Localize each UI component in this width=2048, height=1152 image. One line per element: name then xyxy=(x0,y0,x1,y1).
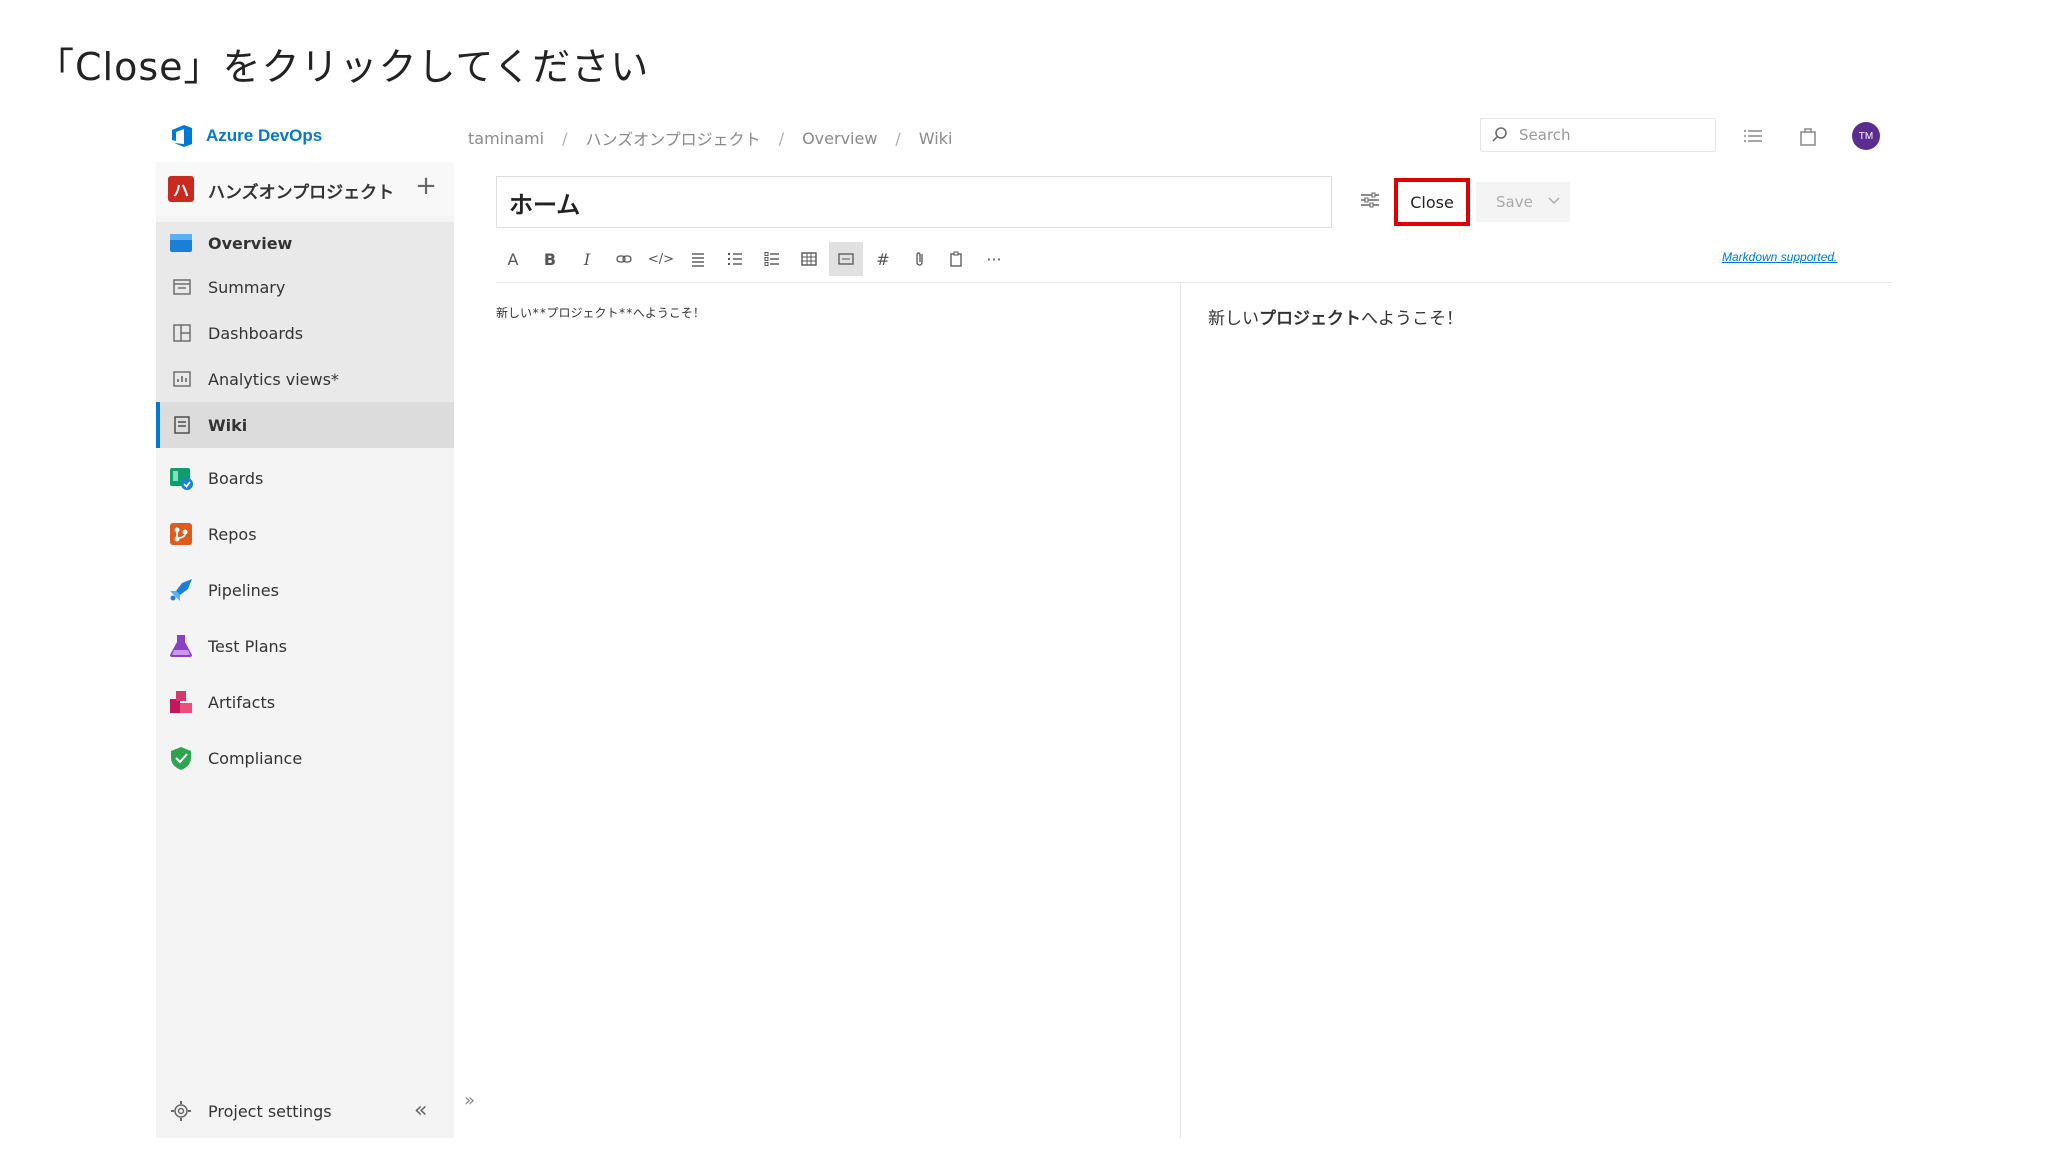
markdown-preview: 新しいプロジェクトへようこそ！ xyxy=(1208,304,1463,329)
project-settings-label: Project settings xyxy=(208,1102,332,1121)
project-name: ハンズオンプロジェクト xyxy=(208,183,395,203)
boards-icon xyxy=(170,468,193,490)
page-title-input[interactable]: ホーム xyxy=(496,176,1332,228)
breadcrumb-project[interactable]: ハンズオンプロジェクト xyxy=(585,126,760,150)
search-box[interactable]: Search xyxy=(1480,118,1716,152)
sidebar: ハ ハンズオンプロジェクト + Overview Summary Dashboa… xyxy=(156,162,454,1138)
sidebar-item-label: Summary xyxy=(208,277,286,297)
link-icon[interactable] xyxy=(607,242,641,276)
overview-icon xyxy=(170,234,192,252)
artifacts-icon xyxy=(170,691,192,713)
attachment-icon[interactable] xyxy=(903,242,937,276)
formatting-toolbar: A B I </> # ··· xyxy=(496,240,1014,278)
project-header[interactable]: ハ ハンズオンプロジェクト + xyxy=(156,162,454,216)
markdown-preview-toggle-icon[interactable] xyxy=(829,242,863,276)
breadcrumb-org[interactable]: taminami xyxy=(468,129,544,148)
collapse-sidebar-icon[interactable]: « xyxy=(414,1098,427,1123)
paste-html-icon[interactable] xyxy=(940,242,974,276)
search-placeholder: Search xyxy=(1519,126,1571,144)
sidebar-item-label: Wiki xyxy=(208,415,248,435)
chevron-down-icon[interactable] xyxy=(1546,192,1562,208)
sidebar-item-overview[interactable]: Overview xyxy=(156,222,454,264)
sidebar-item-boards[interactable]: Boards xyxy=(156,452,454,504)
bold-icon[interactable]: B xyxy=(533,242,567,276)
sidebar-item-artifacts[interactable]: Artifacts xyxy=(156,676,454,728)
markdown-supported-link[interactable]: Markdown supported. xyxy=(1722,250,1837,264)
sidebar-item-test-plans[interactable]: Test Plans xyxy=(156,620,454,672)
heading-hash-icon[interactable]: # xyxy=(866,242,900,276)
sidebar-item-compliance[interactable]: Compliance xyxy=(156,732,454,784)
table-icon[interactable] xyxy=(792,242,826,276)
sidebar-item-label: Compliance xyxy=(208,748,303,768)
summary-icon xyxy=(173,279,191,295)
search-icon xyxy=(1492,127,1507,142)
sidebar-item-wiki[interactable]: Wiki xyxy=(156,402,454,448)
dashboards-icon xyxy=(173,324,191,342)
pane-divider[interactable] xyxy=(1180,282,1181,1138)
italic-icon[interactable]: I xyxy=(570,242,604,276)
code-icon[interactable]: </> xyxy=(644,242,678,276)
preview-bold-text: プロジェクト xyxy=(1259,309,1361,329)
breadcrumb: taminami / ハンズオンプロジェクト / Overview / Wiki xyxy=(468,126,952,150)
sidebar-item-label: Dashboards xyxy=(208,323,304,343)
list-settings-icon[interactable] xyxy=(1742,124,1766,148)
sidebar-item-label: Artifacts xyxy=(208,692,276,712)
sidebar-item-analytics-views[interactable]: Analytics views* xyxy=(156,356,454,402)
pipelines-icon xyxy=(170,579,192,601)
add-icon[interactable]: + xyxy=(412,172,440,200)
test-plans-icon xyxy=(170,635,192,657)
marketplace-bag-icon[interactable] xyxy=(1796,124,1820,148)
sidebar-item-label: Repos xyxy=(208,524,257,544)
save-button[interactable]: Save xyxy=(1476,182,1570,222)
azure-devops-window: Azure DevOps taminami / ハンズオンプロジェクト / Ov… xyxy=(156,112,1892,1138)
more-options-icon[interactable]: ··· xyxy=(977,242,1011,276)
close-button[interactable]: Close xyxy=(1394,178,1470,226)
analytics-icon xyxy=(173,371,191,387)
sidebar-item-label: Overview xyxy=(208,233,293,253)
project-badge: ハ xyxy=(168,176,194,202)
gear-icon xyxy=(171,1101,191,1121)
brand-name: Azure DevOps xyxy=(206,126,323,145)
sidebar-item-label: Pipelines xyxy=(208,580,279,600)
header-style-icon[interactable]: A xyxy=(496,242,530,276)
sidebar-item-label: Test Plans xyxy=(208,636,287,656)
preview-text: 新しい xyxy=(1208,309,1259,329)
instruction-text: 「Close」をクリックしてください xyxy=(36,45,650,89)
wiki-editor: ホーム Close Save A B I </> # ··· Markdown … xyxy=(496,162,1892,1138)
editor-options-icon[interactable] xyxy=(1358,188,1382,212)
preview-text: へようこそ！ xyxy=(1361,309,1463,329)
project-settings[interactable]: Project settings « xyxy=(156,1088,454,1134)
expand-panel-icon[interactable]: » xyxy=(464,1090,475,1111)
breadcrumb-overview[interactable]: Overview xyxy=(802,129,877,148)
save-button-label: Save xyxy=(1496,193,1533,211)
breadcrumb-wiki[interactable]: Wiki xyxy=(919,129,953,148)
user-avatar[interactable]: TM xyxy=(1852,122,1880,150)
azure-devops-logo-icon xyxy=(172,125,192,147)
sidebar-item-label: Analytics views* xyxy=(208,369,339,389)
markdown-source-text[interactable]: 新しい**プロジェクト**へようこそ！ xyxy=(496,304,705,321)
wiki-icon xyxy=(174,416,190,434)
brand[interactable]: Azure DevOps xyxy=(168,122,322,150)
toolbar-divider xyxy=(496,282,1892,283)
sidebar-item-dashboards[interactable]: Dashboards xyxy=(156,310,454,356)
compliance-icon xyxy=(171,747,191,770)
top-bar: Azure DevOps taminami / ハンズオンプロジェクト / Ov… xyxy=(156,112,1892,162)
sidebar-item-pipelines[interactable]: Pipelines xyxy=(156,564,454,616)
align-icon[interactable] xyxy=(681,242,715,276)
sidebar-item-summary[interactable]: Summary xyxy=(156,264,454,310)
sidebar-item-label: Boards xyxy=(208,468,264,488)
repos-icon xyxy=(170,523,192,545)
sidebar-item-repos[interactable]: Repos xyxy=(156,508,454,560)
checklist-icon[interactable] xyxy=(755,242,789,276)
numbered-list-icon[interactable] xyxy=(718,242,752,276)
